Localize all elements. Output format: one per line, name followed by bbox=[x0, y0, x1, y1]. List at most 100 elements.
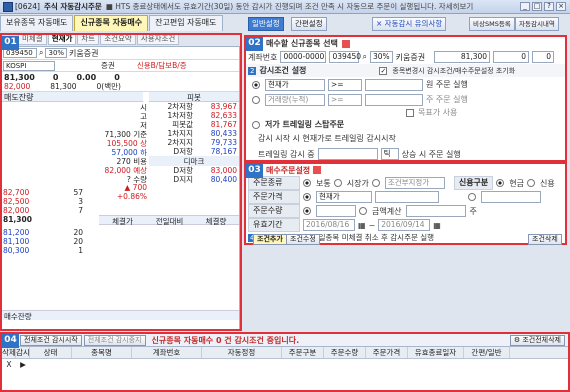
trailing-label: 트레일링 감시 중 bbox=[258, 149, 315, 159]
caution-button[interactable]: × 자동감시 유의사항 bbox=[372, 17, 447, 31]
tab-sell-holdings[interactable]: 보유종목 자동매도 bbox=[0, 15, 74, 31]
order-price-offset[interactable] bbox=[375, 191, 439, 203]
sms-register-button[interactable]: 비상SMS등록 bbox=[469, 17, 515, 31]
cond-volume-radio[interactable] bbox=[252, 95, 260, 104]
info-icon[interactable] bbox=[313, 166, 322, 174]
price-panel: 039450 ⌕ 30% 키움증권 KOSPI 증권 신용B/담보B/증 81,… bbox=[0, 46, 240, 331]
order-normal-radio[interactable] bbox=[303, 179, 311, 187]
reset-checkbox[interactable]: ✓ bbox=[379, 66, 388, 75]
quote-buy-price[interactable]: 81,200 bbox=[3, 228, 45, 237]
stock-code-input[interactable]: 039450 bbox=[329, 51, 361, 63]
order-amount-radio[interactable] bbox=[359, 207, 367, 215]
stop-all-button[interactable]: 전체조건 감시중지 bbox=[83, 334, 146, 346]
order-qty-input[interactable] bbox=[316, 205, 356, 217]
quote-sell-qty: 3 bbox=[78, 197, 83, 206]
quote-current-price[interactable]: 81,300 bbox=[3, 215, 45, 224]
subtab-price[interactable]: 현재가 bbox=[47, 33, 77, 45]
quote-sell-price[interactable]: 82,700 bbox=[3, 188, 45, 197]
left-subtabs: 미체결 현재가 차트 조건요약 사용자조건 bbox=[0, 33, 240, 45]
start-all-button[interactable]: 전체조건 감시시작 bbox=[20, 334, 82, 346]
order-price-custom-radio[interactable] bbox=[468, 193, 476, 201]
pivot-value: 78,167 bbox=[210, 147, 237, 156]
grid-col: 자동정정 bbox=[202, 347, 282, 358]
condition-title: 감시조건 설정 bbox=[259, 66, 307, 75]
calendar-icon[interactable]: ▦ bbox=[358, 221, 366, 230]
credit-cash-radio[interactable] bbox=[496, 179, 505, 187]
quote-sell-price[interactable]: 82,500 bbox=[3, 197, 45, 206]
account-select[interactable]: 0000-0000 bbox=[280, 51, 327, 63]
pivot-value: 79,733 bbox=[210, 138, 237, 147]
cond-volume-value[interactable] bbox=[365, 93, 423, 106]
trailing-radio[interactable] bbox=[252, 120, 260, 129]
help-icon[interactable]: ? bbox=[544, 2, 554, 11]
quote-sell-qty: 57 bbox=[73, 188, 83, 197]
search-icon[interactable]: ⌕ bbox=[362, 52, 366, 62]
volume-million: 0(백만) bbox=[96, 82, 121, 91]
order-qty-radio[interactable] bbox=[303, 207, 311, 215]
trailing-after: 상승 시 주문 실행 bbox=[401, 149, 461, 159]
stock-unit-field: 0 bbox=[532, 51, 555, 63]
order-conditional-select[interactable]: 조건부지정가 bbox=[384, 177, 445, 189]
cond-volume-op[interactable]: >= bbox=[328, 93, 362, 106]
target-label: 목표가 사용 bbox=[418, 108, 458, 117]
order-market-radio[interactable] bbox=[333, 179, 342, 187]
symbol-name: 키움증권 bbox=[69, 48, 99, 58]
subtab-chart[interactable]: 차트 bbox=[77, 33, 100, 45]
period-from-input[interactable]: 2016/08/16 bbox=[303, 219, 355, 231]
tab-sell-balance[interactable]: 잔고편입 자동매도 bbox=[149, 15, 223, 31]
cond-price-radio[interactable] bbox=[252, 80, 260, 89]
cond-price-select[interactable]: 현재가 bbox=[265, 78, 325, 91]
order-normal-label: 보통 bbox=[316, 178, 331, 188]
cond-price-op[interactable]: >= bbox=[328, 78, 362, 91]
calendar-icon[interactable]: ▦ bbox=[433, 221, 441, 230]
period-to-input[interactable]: 2016/09/14 bbox=[378, 219, 431, 231]
subtab-user-cond[interactable]: 사용자조건 bbox=[136, 33, 180, 45]
close-icon[interactable]: × bbox=[556, 2, 566, 11]
delete-all-button[interactable]: ⚙ 조건전체삭제 bbox=[509, 334, 565, 346]
pivot-value: 80,433 bbox=[210, 129, 237, 138]
trailing-input[interactable] bbox=[317, 148, 378, 160]
price-info: 시 고 저 71,300 기준 105,500 상 57,000 하 270 비… bbox=[99, 102, 147, 201]
credit-label: 신용구분 bbox=[453, 176, 494, 190]
panel-02-condition: 매수할 신규종목 선택 계좌번호 0000-0000 039450 ⌕ 30% … bbox=[244, 35, 567, 162]
order-price-custom-input[interactable] bbox=[481, 191, 541, 203]
subtab-summary[interactable]: 조건요약 bbox=[100, 33, 136, 45]
info-icon[interactable] bbox=[341, 39, 350, 48]
search-icon[interactable]: ⌕ bbox=[39, 48, 43, 58]
delete-condition-button[interactable]: 조건삭제 bbox=[528, 234, 562, 245]
edit-condition-button[interactable]: 조건수정 bbox=[286, 234, 320, 245]
add-condition-button[interactable]: 조건추가 bbox=[253, 234, 287, 245]
account-label: 계좌번호 bbox=[248, 52, 278, 62]
order-conditional-radio[interactable] bbox=[371, 179, 380, 187]
period-label: 유효기간 bbox=[248, 218, 300, 232]
quote-buy-price[interactable]: 81,100 bbox=[3, 237, 45, 246]
play-icon[interactable]: ▶ bbox=[16, 360, 30, 369]
tab-buy-new[interactable]: 신규종목 자동매수 bbox=[74, 15, 149, 31]
general-settings-button[interactable]: 일반설정 bbox=[248, 17, 284, 31]
reset-label: 종목변경시 감시조건/매수주문설정 초기화 bbox=[392, 66, 516, 75]
cond-price-value[interactable] bbox=[365, 78, 423, 91]
table-row: X ▶ bbox=[2, 359, 568, 369]
minimize-icon[interactable]: _ bbox=[520, 2, 530, 11]
trailing-unit[interactable]: 틱 bbox=[380, 148, 399, 160]
quote-buy-price[interactable]: 80,300 bbox=[3, 246, 45, 255]
order-price-radio[interactable] bbox=[303, 193, 311, 201]
step-2-icon: 2 bbox=[248, 66, 257, 75]
delete-row-icon[interactable]: X bbox=[2, 360, 16, 369]
stock-qty-field: 0 bbox=[493, 51, 530, 63]
quote-sell-price[interactable]: 82,000 bbox=[3, 206, 45, 215]
watch-history-button[interactable]: 자동감시내역 bbox=[515, 17, 559, 31]
simple-settings-button[interactable]: 간편설정 bbox=[291, 17, 327, 31]
title-bar: [0624] 주식 자동감시주문 ■ HTS 종료상태에서도 유효기간(30일)… bbox=[0, 0, 570, 14]
order-price-select[interactable]: 현재가 bbox=[316, 191, 372, 203]
credit-loan-radio[interactable] bbox=[527, 179, 536, 187]
cond-volume-select[interactable]: 거래량(누적) bbox=[265, 93, 325, 106]
trade-col-diff: 전일대비 bbox=[155, 217, 184, 226]
target-checkbox[interactable] bbox=[406, 108, 414, 117]
order-amount-input[interactable] bbox=[406, 205, 467, 217]
board-select[interactable]: KOSPI bbox=[3, 60, 55, 71]
subtab-unfilled[interactable]: 미체결 bbox=[18, 33, 47, 45]
info-delta-value: ▲ 700 bbox=[124, 183, 147, 192]
restore-icon[interactable]: □ bbox=[532, 2, 542, 11]
grid-col: 간편/일반 bbox=[464, 347, 510, 358]
